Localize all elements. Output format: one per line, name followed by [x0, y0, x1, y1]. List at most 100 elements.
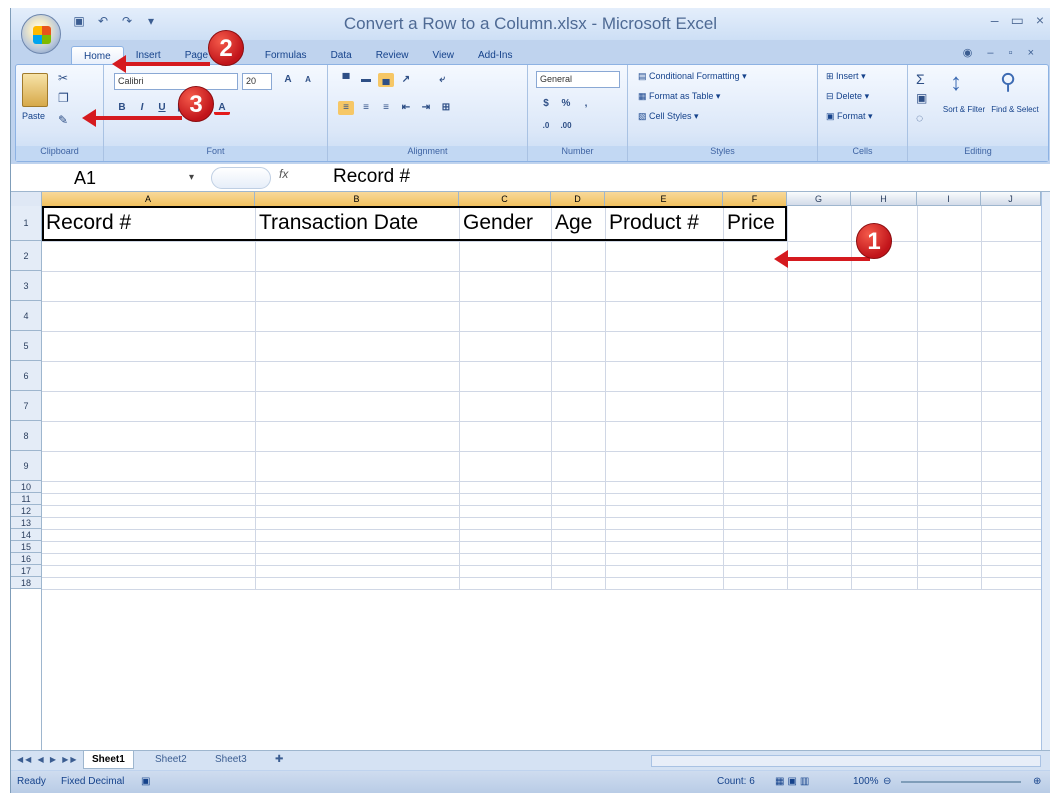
decrease-decimal-icon[interactable]: .00	[558, 119, 574, 133]
cell-styles-button[interactable]: ▧ Cell Styles ▾	[638, 111, 699, 122]
column-header-g[interactable]: G	[787, 192, 851, 206]
autosum-icon[interactable]: Σ	[916, 71, 925, 87]
row-header-14[interactable]: 14	[11, 529, 42, 541]
underline-button[interactable]: U	[154, 101, 170, 115]
center-icon[interactable]: ≡	[358, 101, 374, 115]
font-name-select[interactable]: Calibri	[114, 73, 238, 90]
column-header-f[interactable]: F	[723, 192, 787, 206]
name-box[interactable]: A1	[19, 166, 209, 190]
row-header-11[interactable]: 11	[11, 493, 42, 505]
row-header-12[interactable]: 12	[11, 505, 42, 517]
align-left-icon[interactable]: ≡	[338, 101, 354, 115]
tab-add-ins[interactable]: Add-Ins	[466, 46, 524, 66]
increase-indent-icon[interactable]: ⇥	[418, 101, 434, 115]
zoom-level[interactable]: 100%	[853, 776, 879, 787]
grow-font-icon[interactable]: A	[280, 73, 296, 87]
office-button[interactable]	[21, 14, 61, 54]
sheet-navigation-icon[interactable]: ◀◀ ◀ ▶ ▶▶	[17, 755, 79, 764]
bold-button[interactable]: B	[114, 101, 130, 115]
format-painter-icon[interactable]: ✎	[58, 113, 68, 127]
row-header-7[interactable]: 7	[11, 391, 42, 421]
row-header-13[interactable]: 13	[11, 517, 42, 529]
row-header-8[interactable]: 8	[11, 421, 42, 451]
tab-data[interactable]: Data	[319, 46, 364, 66]
font-color-icon[interactable]: A	[214, 101, 230, 115]
formula-input[interactable]: Record #	[333, 165, 410, 189]
paste-icon[interactable]	[22, 73, 48, 107]
cut-icon[interactable]: ✂	[58, 71, 68, 85]
align-bottom-icon[interactable]: ▄	[378, 73, 394, 87]
align-right-icon[interactable]: ≡	[378, 101, 394, 115]
font-size-select[interactable]: 20	[242, 73, 272, 90]
row-header-4[interactable]: 4	[11, 301, 42, 331]
tab-view[interactable]: View	[420, 46, 466, 66]
row-header-17[interactable]: 17	[11, 565, 42, 577]
sheet-tab-sheet3[interactable]: Sheet3	[207, 751, 255, 769]
insert-sheet-icon[interactable]: ✚	[267, 751, 291, 769]
find-select-icon[interactable]: ⚲	[1000, 69, 1016, 95]
copy-icon[interactable]: ❐	[58, 91, 69, 105]
select-all-button[interactable]	[11, 192, 42, 206]
number-format-select[interactable]: General	[536, 71, 620, 88]
percent-icon[interactable]: %	[558, 97, 574, 111]
tab-review[interactable]: Review	[364, 46, 421, 66]
row-header-10[interactable]: 10	[11, 481, 42, 493]
tab-formulas[interactable]: Formulas	[253, 46, 319, 66]
wrap-text-icon[interactable]: ⤶	[434, 73, 450, 87]
zoom-slider[interactable]	[901, 781, 1021, 783]
zoom-out-icon[interactable]: ⊖	[883, 776, 891, 787]
view-buttons-icon[interactable]: ▦▣▥	[775, 776, 812, 787]
column-header-i[interactable]: I	[917, 192, 981, 206]
column-header-c[interactable]: C	[459, 192, 551, 206]
row-header-16[interactable]: 16	[11, 553, 42, 565]
row-header-9[interactable]: 9	[11, 451, 42, 481]
row-header-5[interactable]: 5	[11, 331, 42, 361]
column-header-a[interactable]: A	[42, 192, 255, 206]
merge-center-icon[interactable]: ⊞	[438, 101, 454, 115]
insert-function-button[interactable]: fx	[279, 167, 288, 181]
vertical-scrollbar[interactable]	[1041, 192, 1050, 750]
align-top-icon[interactable]: ▀	[338, 73, 354, 87]
format-button[interactable]: ▣ Format ▾	[826, 111, 873, 122]
column-header-h[interactable]: H	[851, 192, 917, 206]
orientation-icon[interactable]: ↗	[398, 73, 414, 87]
zoom-in-icon[interactable]: ⊕	[1033, 776, 1041, 787]
conditional-formatting-button[interactable]: ▤ Conditional Formatting ▾	[638, 71, 747, 82]
close-button[interactable]: ×	[1036, 12, 1044, 29]
worksheet-grid[interactable]: A B C D E F G H I J 1 2 3 4 5 6 7 8 9 10…	[11, 192, 1050, 750]
help-icon[interactable]: ◉ – ▫ ×	[963, 46, 1040, 59]
column-header-d[interactable]: D	[551, 192, 605, 206]
clear-icon[interactable]: ◌	[916, 111, 923, 125]
column-header-e[interactable]: E	[605, 192, 723, 206]
row-header-2[interactable]: 2	[11, 241, 42, 271]
horizontal-scrollbar[interactable]	[651, 755, 1041, 767]
restore-button[interactable]: ▭	[1011, 12, 1024, 29]
fill-icon[interactable]: ▣	[916, 91, 927, 105]
macro-record-icon[interactable]: ▣	[141, 776, 150, 787]
row-header-6[interactable]: 6	[11, 361, 42, 391]
currency-icon[interactable]: $	[538, 97, 554, 111]
name-box-dropdown-icon[interactable]: ▾	[189, 172, 194, 183]
row-header-1[interactable]: 1	[11, 206, 42, 241]
paste-button[interactable]: Paste	[22, 111, 45, 121]
decrease-indent-icon[interactable]: ⇤	[398, 101, 414, 115]
comma-icon[interactable]: ,	[578, 97, 594, 111]
italic-button[interactable]: I	[134, 101, 150, 115]
align-middle-icon[interactable]: ▬	[358, 73, 374, 87]
insert-button[interactable]: ⊞ Insert ▾	[826, 71, 866, 82]
sheet-tab-sheet2[interactable]: Sheet2	[147, 751, 195, 769]
shrink-font-icon[interactable]: A	[300, 73, 316, 87]
increase-decimal-icon[interactable]: .0	[538, 119, 554, 133]
sheet-tab-sheet1[interactable]: Sheet1	[83, 751, 134, 769]
find-select-button[interactable]: Find & Select	[990, 105, 1040, 114]
format-as-table-button[interactable]: ▦ Format as Table ▾	[638, 91, 720, 102]
column-header-j[interactable]: J	[981, 192, 1041, 206]
sort-filter-icon[interactable]: ↕	[950, 69, 962, 97]
column-header-b[interactable]: B	[255, 192, 459, 206]
row-header-15[interactable]: 15	[11, 541, 42, 553]
sort-filter-button[interactable]: Sort & Filter	[942, 105, 986, 114]
row-header-18[interactable]: 18	[11, 577, 42, 589]
row-header-3[interactable]: 3	[11, 271, 42, 301]
delete-button[interactable]: ⊟ Delete ▾	[826, 91, 869, 102]
minimize-button[interactable]: –	[991, 12, 999, 29]
